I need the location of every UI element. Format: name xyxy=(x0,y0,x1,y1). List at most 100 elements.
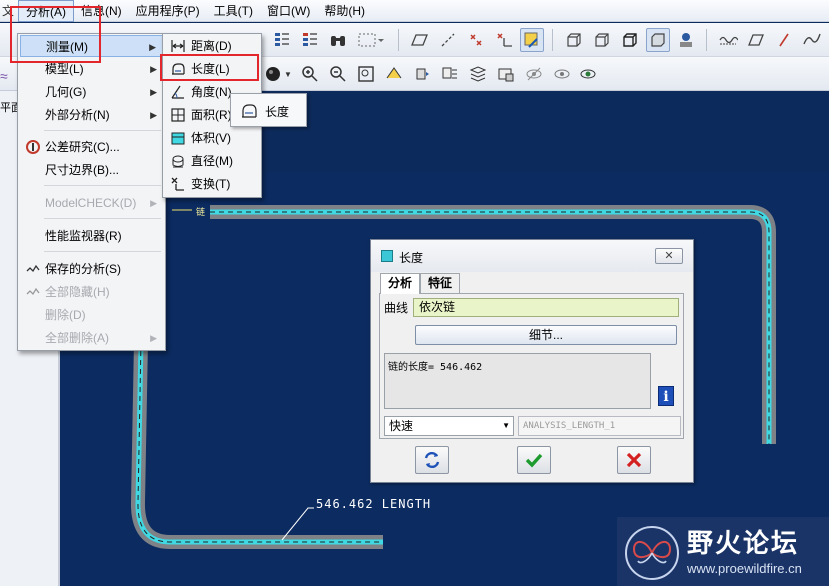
chevron-down-icon: ▼ xyxy=(502,421,510,430)
hidden-line-icon[interactable] xyxy=(590,28,614,52)
submenu-arrow-icon: ▶ xyxy=(150,87,157,97)
menu-item-model-label: 模型(L) xyxy=(45,62,84,76)
menu-item-external-label: 外部分析(N) xyxy=(45,108,110,122)
close-button[interactable]: ✕ xyxy=(655,248,683,264)
menu-item-performance-monitor[interactable]: 性能监视器(R) xyxy=(20,225,163,247)
datum-csys-icon[interactable] xyxy=(492,28,516,52)
mode-select[interactable]: 快速 ▼ xyxy=(384,416,514,436)
submenu-item-volume[interactable]: 体积(V) xyxy=(165,127,259,149)
zoom-out-icon[interactable] xyxy=(326,62,350,86)
close-icon: ✕ xyxy=(664,250,674,262)
view-manager-icon[interactable] xyxy=(410,62,434,86)
menu-item-delete-all-label: 全部删除(A) xyxy=(45,331,109,345)
tab-analysis[interactable]: 分析 xyxy=(380,273,420,294)
show-icon[interactable] xyxy=(550,62,574,86)
submenu-item-transform-label: 变换(T) xyxy=(191,177,231,191)
menu-item-performance-label: 性能监视器(R) xyxy=(45,229,122,243)
analysis-name-field[interactable]: ANALYSIS_LENGTH_1 xyxy=(518,416,681,436)
angle-icon xyxy=(171,85,184,99)
watermark-url: www.proewildfire.cn xyxy=(687,561,802,576)
submenu-item-distance-label: 距离(D) xyxy=(191,39,232,53)
length-tooltip: 长度 xyxy=(230,93,307,127)
eye-icon[interactable] xyxy=(576,62,600,86)
menu-item-modelcheck[interactable]: ModelCHECK(D) ▶ xyxy=(20,192,163,214)
menu-bar: 文 分析(A) 信息(N) 应用程序(P) 工具(T) 窗口(W) 帮助(H) xyxy=(0,0,829,22)
refit-icon[interactable] xyxy=(354,62,378,86)
length-icon xyxy=(242,104,257,118)
length-annotation[interactable]: 546.462 LENGTH xyxy=(316,497,431,511)
submenu-arrow-icon: ▶ xyxy=(150,333,157,343)
no-hidden-icon[interactable] xyxy=(618,28,642,52)
binoculars-icon[interactable] xyxy=(326,28,350,52)
hide-all-icon xyxy=(26,287,40,296)
datum-axis-icon[interactable] xyxy=(436,28,460,52)
info-icon[interactable]: i xyxy=(658,386,674,406)
menu-item-saved-label: 保存的分析(S) xyxy=(45,262,121,276)
datum-display-icon[interactable] xyxy=(520,28,544,52)
tab-feature[interactable]: 特征 xyxy=(420,273,460,293)
menu-item-hide-all[interactable]: 全部隐藏(H) xyxy=(20,281,163,303)
shading-icon[interactable] xyxy=(646,28,670,52)
hide-icon[interactable] xyxy=(522,62,546,86)
datum-plane-icon[interactable] xyxy=(408,28,432,52)
plane-parallelogram-icon[interactable] xyxy=(744,28,768,52)
datum-point-icon[interactable] xyxy=(464,28,488,52)
analysis-menu: 测量(M) ▶ 模型(L) ▶ 几何(G) ▶ 外部分析(N) ▶ 公差研究(C)...… xyxy=(17,33,166,351)
submenu-arrow-icon: ▶ xyxy=(150,110,157,120)
detail-button[interactable]: 细节... xyxy=(415,325,677,345)
watermark-title: 野火论坛 xyxy=(687,528,800,558)
highlight-box-length xyxy=(160,54,259,81)
submenu-item-area-label: 面积(R) xyxy=(191,108,232,122)
submenu-arrow-icon: ▶ xyxy=(150,198,157,208)
menu-item-delete[interactable]: 删除(D) xyxy=(20,304,163,326)
volume-icon xyxy=(171,132,185,145)
menu-item-external-analysis[interactable]: 外部分析(N) ▶ xyxy=(20,104,163,126)
menu-help[interactable]: 帮助(H) xyxy=(317,0,372,22)
chevron-down-icon[interactable]: ▼ xyxy=(282,62,294,86)
menu-item-hide-all-label: 全部隐藏(H) xyxy=(45,285,110,299)
menu-item-dimension-bound[interactable]: 尺寸边界(B)... xyxy=(20,159,163,181)
transform-icon xyxy=(171,177,184,191)
repeat-button[interactable] xyxy=(415,446,449,474)
sketch-wave-icon[interactable] xyxy=(716,28,740,52)
layer-tree-icon[interactable] xyxy=(466,62,490,86)
appearance-icon[interactable] xyxy=(438,62,462,86)
dialog-title: 长度 xyxy=(399,251,424,265)
submenu-arrow-icon: ▶ xyxy=(150,64,157,74)
menu-item-geometry[interactable]: 几何(G) ▶ xyxy=(20,81,163,103)
saved-views-icon[interactable] xyxy=(494,62,518,86)
wireframe-icon[interactable] xyxy=(562,28,586,52)
menu-item-delete-all[interactable]: 全部删除(A) ▶ xyxy=(20,327,163,349)
ok-button[interactable] xyxy=(517,446,551,474)
length-dialog: 长度 ✕ 分析 特征 曲线 依次链 细节... 链的长度= 546.462 i … xyxy=(370,239,694,483)
zoom-in-icon[interactable] xyxy=(298,62,322,86)
menu-window[interactable]: 窗口(W) xyxy=(260,0,317,22)
submenu-item-transform[interactable]: 变换(T) xyxy=(165,173,259,195)
menu-item-tolerance-study[interactable]: 公差研究(C)... xyxy=(20,136,163,158)
line-icon[interactable] xyxy=(772,28,796,52)
menu-item-dimension-label: 尺寸边界(B)... xyxy=(45,163,119,177)
submenu-item-diameter[interactable]: 直径(M) xyxy=(165,150,259,172)
cancel-button[interactable] xyxy=(617,446,651,474)
menu-item-saved-analysis[interactable]: 保存的分析(S) xyxy=(20,258,163,280)
watermark: 野火论坛 www.proewildfire.cn xyxy=(617,517,829,586)
reorient-icon[interactable] xyxy=(382,62,406,86)
submenu-item-angle-label: 角度(N) xyxy=(191,85,232,99)
submenu-item-diameter-label: 直径(M) xyxy=(191,154,233,168)
area-icon xyxy=(171,108,185,122)
dialog-app-icon xyxy=(381,250,393,262)
layers-icon[interactable] xyxy=(270,28,294,52)
result-text-area[interactable]: 链的长度= 546.462 xyxy=(384,353,651,409)
menu-tools[interactable]: 工具(T) xyxy=(207,0,260,22)
layers-alt-icon[interactable] xyxy=(298,28,322,52)
dialog-titlebar[interactable]: 长度 ✕ xyxy=(371,240,693,272)
selection-box-icon[interactable] xyxy=(354,28,386,52)
model-tree-icon[interactable] xyxy=(674,28,698,52)
menu-applications[interactable]: 应用程序(P) xyxy=(129,0,207,22)
curve-icon[interactable] xyxy=(800,28,824,52)
tolerance-icon xyxy=(26,140,40,154)
curve-label: 曲线 xyxy=(384,301,409,315)
menu-item-delete-label: 删除(D) xyxy=(45,308,86,322)
repeat-icon xyxy=(424,451,440,469)
curve-field[interactable]: 依次链 xyxy=(413,298,679,317)
